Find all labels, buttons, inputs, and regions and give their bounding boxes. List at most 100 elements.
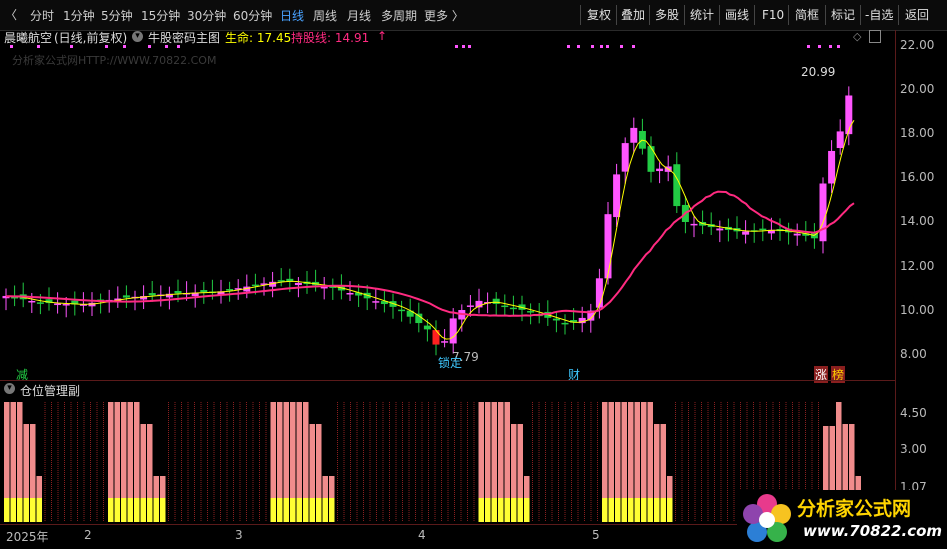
- candle-body: [251, 284, 259, 287]
- candle-body: [561, 322, 569, 325]
- high-price-label: 20.99: [801, 65, 836, 79]
- position-bar-base: [634, 498, 640, 522]
- position-bars: [4, 402, 861, 522]
- sub-panel-header: ▾ 仓位管理副: [0, 380, 895, 399]
- candle-body: [716, 228, 724, 231]
- period-30min[interactable]: 30分钟: [187, 7, 226, 24]
- price-tick: 20.00: [900, 82, 935, 96]
- candle-body: [819, 183, 827, 242]
- fuquan-button[interactable]: 复权: [587, 6, 611, 24]
- sub-panel-title[interactable]: 仓位管理副: [20, 382, 80, 399]
- position-bar-base: [153, 498, 159, 522]
- position-bar: [667, 476, 673, 498]
- candle-body: [742, 231, 750, 235]
- signal-dot: [807, 45, 810, 48]
- divider: [898, 5, 899, 25]
- date-label: 5: [592, 528, 600, 542]
- position-bar: [283, 402, 289, 498]
- candle-body: [621, 143, 629, 172]
- price-tick: 14.00: [900, 214, 935, 228]
- candle-body: [174, 290, 182, 294]
- candle-body: [62, 304, 70, 306]
- period-fenshi[interactable]: 分时: [30, 7, 54, 24]
- position-bar-base: [140, 498, 146, 522]
- candle-body: [148, 293, 156, 296]
- period-60min[interactable]: 60分钟: [233, 7, 272, 24]
- position-bar: [634, 402, 640, 498]
- candle-body: [604, 214, 612, 279]
- mark-button[interactable]: 标记: [831, 6, 855, 24]
- position-bar: [290, 402, 296, 498]
- position-bar-base: [4, 498, 10, 522]
- period-more[interactable]: 更多 〉: [424, 7, 464, 24]
- divider: [684, 5, 685, 25]
- position-bar: [836, 402, 842, 498]
- position-bar-base: [290, 498, 296, 522]
- position-bar: [517, 424, 523, 498]
- period-1min[interactable]: 1分钟: [63, 7, 95, 24]
- position-bar-base: [303, 498, 309, 522]
- stats-button[interactable]: 统计: [690, 6, 714, 24]
- overlay-button[interactable]: 叠加: [621, 6, 645, 24]
- candle-body: [673, 164, 681, 207]
- divider: [788, 5, 789, 25]
- sub-dropdown-icon[interactable]: ▾: [4, 383, 15, 394]
- back-button[interactable]: 返回: [905, 6, 929, 24]
- position-bar-base: [134, 498, 140, 522]
- position-bar-base: [160, 498, 166, 522]
- simple-frame-button[interactable]: 简框: [795, 6, 819, 24]
- position-bar: [270, 402, 276, 498]
- draw-line-button[interactable]: 画线: [725, 6, 749, 24]
- position-bar-base: [309, 498, 315, 522]
- period-daily[interactable]: 日线: [280, 7, 304, 24]
- period-5min[interactable]: 5分钟: [101, 7, 133, 24]
- period-monthly[interactable]: 月线: [347, 7, 371, 24]
- position-bar: [121, 402, 127, 498]
- position-bar: [160, 476, 166, 498]
- position-bar: [30, 424, 36, 498]
- watchlist-button[interactable]: -自选: [865, 6, 893, 24]
- candle-body: [432, 330, 440, 345]
- signal-dot: [105, 45, 108, 48]
- position-bar: [621, 402, 627, 498]
- position-bar-base: [667, 498, 673, 522]
- position-bar: [36, 476, 42, 498]
- period-multi[interactable]: 多周期: [381, 7, 417, 24]
- position-bar-base: [283, 498, 289, 522]
- position-bar: [849, 424, 855, 498]
- position-bar: [524, 476, 530, 498]
- position-bar: [322, 476, 328, 498]
- candle-body: [613, 174, 621, 218]
- candle-body: [828, 150, 836, 184]
- sub-tick: 4.50: [900, 406, 927, 420]
- period-15min[interactable]: 15分钟: [141, 7, 180, 24]
- candle-body: [36, 302, 44, 304]
- position-bar-base: [654, 498, 660, 522]
- position-bar-base: [498, 498, 504, 522]
- flower-logo-icon: [743, 494, 791, 542]
- position-bar: [114, 402, 120, 498]
- position-bar-base: [277, 498, 283, 522]
- position-bar-base: [23, 498, 29, 522]
- candle-body: [509, 307, 517, 310]
- candle-body: [552, 318, 560, 321]
- position-bar: [277, 402, 283, 498]
- position-bar: [4, 402, 10, 498]
- divider: [719, 5, 720, 25]
- candle-body: [54, 303, 62, 306]
- chevron-left-icon[interactable]: 〈: [4, 8, 18, 22]
- position-bar: [108, 402, 114, 498]
- candle-body: [845, 95, 853, 135]
- position-bar-base: [36, 498, 42, 522]
- position-bar: [134, 402, 140, 498]
- candle-body: [527, 311, 535, 313]
- multi-stock-button[interactable]: 多股: [655, 6, 679, 24]
- signal-dot: [148, 45, 151, 48]
- candle-body: [449, 318, 457, 344]
- candle-body: [346, 292, 354, 295]
- period-weekly[interactable]: 周线: [313, 7, 337, 24]
- signal-dot: [577, 45, 580, 48]
- f10-button[interactable]: F10: [762, 6, 784, 24]
- position-bar: [127, 402, 133, 498]
- position-bar: [329, 476, 335, 498]
